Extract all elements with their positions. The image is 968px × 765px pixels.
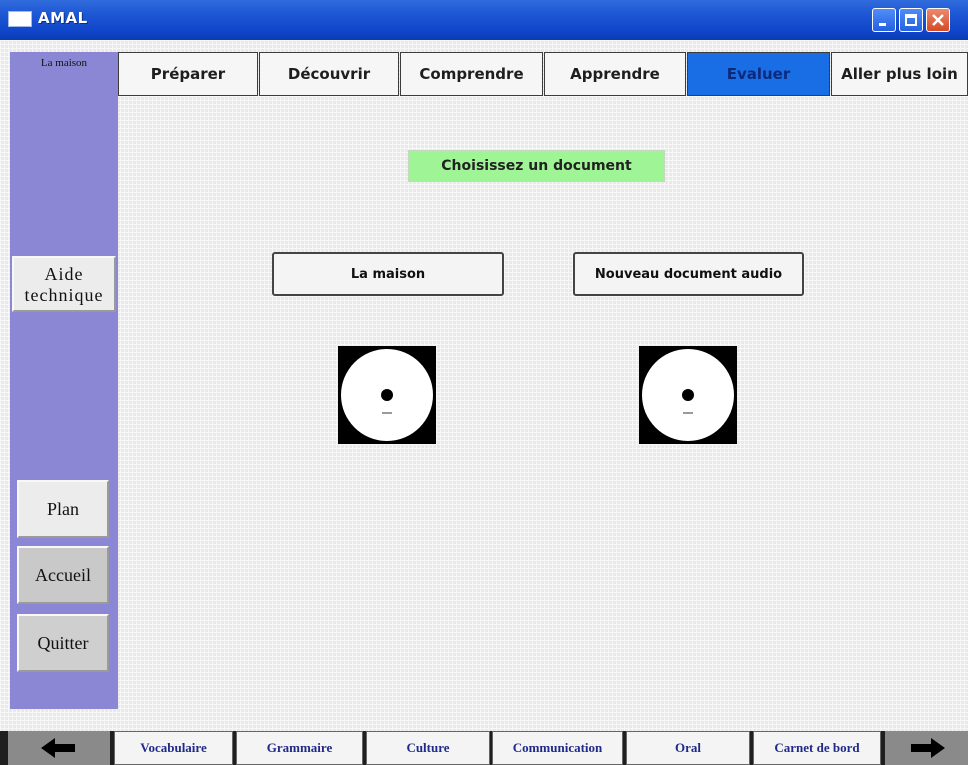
document-button-la-maison[interactable]: La maison	[272, 252, 504, 296]
app-window-icon	[8, 11, 32, 27]
minimize-icon	[879, 23, 886, 26]
arrow-left-icon	[41, 738, 75, 758]
bottom-tab-culture[interactable]: Culture	[366, 731, 490, 765]
window-title: AMAL	[38, 9, 88, 27]
tab-apprendre[interactable]: Apprendre	[544, 52, 686, 96]
arrow-right-icon	[910, 738, 945, 758]
plan-button[interactable]: Plan	[17, 480, 109, 538]
maximize-button[interactable]	[899, 8, 923, 32]
app-client-area	[0, 40, 968, 765]
cd-icon[interactable]	[338, 346, 436, 444]
quit-button[interactable]: Quitter	[17, 614, 109, 672]
sidebar	[10, 52, 118, 709]
bottom-tab-vocabulaire[interactable]: Vocabulaire	[114, 731, 233, 765]
next-arrow-button[interactable]	[885, 731, 968, 765]
bottom-tab-grammaire[interactable]: Grammaire	[236, 731, 363, 765]
window-titlebar: AMAL	[0, 0, 968, 40]
minimize-button[interactable]	[872, 8, 896, 32]
bottom-tab-carnet-de-bord[interactable]: Carnet de bord	[753, 731, 881, 765]
previous-arrow-button[interactable]	[8, 731, 110, 765]
sidebar-title: La maison	[40, 57, 88, 69]
maximize-icon	[905, 14, 917, 26]
technical-help-button[interactable]: Aide technique	[12, 256, 116, 312]
close-button[interactable]	[926, 8, 950, 32]
bottom-tab-oral[interactable]: Oral	[626, 731, 750, 765]
cd-icon[interactable]	[639, 346, 737, 444]
tab-comprendre[interactable]: Comprendre	[400, 52, 543, 96]
close-icon	[932, 14, 944, 26]
choose-document-label: Choisissez un document	[408, 150, 665, 182]
tab-preparer[interactable]: Préparer	[118, 52, 258, 96]
tab-decouvrir[interactable]: Découvrir	[259, 52, 399, 96]
document-button-nouveau-audio[interactable]: Nouveau document audio	[573, 252, 804, 296]
tab-aller-plus-loin[interactable]: Aller plus loin	[831, 52, 968, 96]
tab-evaluer[interactable]: Evaluer	[687, 52, 830, 96]
bottom-tab-communication[interactable]: Communication	[492, 731, 623, 765]
home-button[interactable]: Accueil	[17, 546, 109, 604]
